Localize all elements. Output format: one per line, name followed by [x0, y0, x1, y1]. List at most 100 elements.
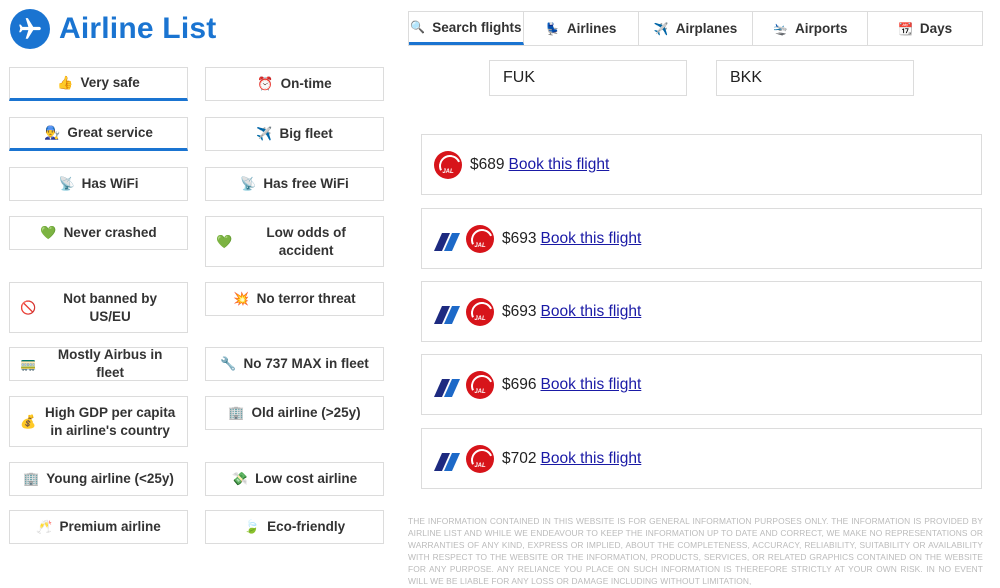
flight-price: $702 — [502, 449, 537, 467]
tab-icon: 📆 — [897, 21, 913, 36]
filter-label: Never crashed — [63, 225, 157, 240]
jal-logo-icon: JAL — [466, 370, 494, 399]
airline-logos: JAL — [434, 150, 462, 179]
flight-result-row: JAL $689 Book this flight — [421, 134, 982, 195]
ana-logo-icon — [434, 378, 460, 397]
flight-price: $689 — [470, 155, 505, 173]
filter-label: High GDP per capita in airline's country — [44, 404, 176, 438]
filter-label: Very safe — [80, 75, 140, 90]
tab-label: Airplanes — [675, 21, 738, 36]
tab-airlines[interactable]: 💺 Airlines — [523, 12, 639, 45]
jal-logo-icon: JAL — [434, 150, 462, 179]
flight-price: $693 — [502, 302, 537, 320]
filter-button[interactable]: 🚃 Mostly Airbus in fleet — [9, 347, 188, 381]
jal-logo-icon: JAL — [466, 297, 494, 326]
filter-button[interactable]: 💸 Low cost airline — [205, 462, 384, 496]
filter-emoji-icon: 🚫 — [20, 299, 37, 315]
filter-label: Old airline (>25y) — [251, 405, 361, 420]
filter-emoji-icon: ⏰ — [257, 76, 274, 91]
book-flight-link[interactable]: Book this flight — [540, 376, 641, 394]
tab-days[interactable]: 📆 Days — [868, 12, 982, 45]
filter-emoji-icon: 📡 — [58, 176, 75, 191]
tab-icon: 💺 — [544, 21, 560, 36]
filter-button[interactable]: ✈️ Big fleet — [205, 117, 384, 151]
filter-emoji-icon: 🔧 — [220, 356, 237, 371]
tab-icon: ✈️ — [653, 21, 669, 36]
book-flight-link[interactable]: Book this flight — [540, 450, 641, 468]
flight-result-row: JAL $693 Book this flight — [421, 281, 982, 342]
filter-label: Big fleet — [279, 126, 333, 141]
filter-label: Not banned by US/EU — [63, 290, 157, 324]
book-flight-link[interactable]: Book this flight — [540, 230, 641, 248]
filter-button[interactable]: 🍃 Eco-friendly — [205, 510, 384, 544]
airplane-icon — [10, 9, 50, 49]
ana-logo-icon — [434, 452, 460, 471]
filter-button[interactable]: 💚 Low odds of accident — [205, 216, 384, 267]
ana-logo-icon — [434, 232, 460, 251]
tab-search-flights[interactable]: 🔍 Search flights — [409, 12, 524, 45]
ana-logo-icon — [434, 305, 460, 324]
filter-label: Has WiFi — [81, 176, 139, 191]
filter-emoji-icon: 🍃 — [243, 519, 261, 534]
filter-button[interactable]: ⏰ On-time — [205, 67, 384, 101]
filter-label: Great service — [67, 125, 153, 140]
tab-airplanes[interactable]: ✈️ Airplanes — [638, 12, 754, 45]
filter-label: Eco-friendly — [267, 519, 346, 534]
flight-price: $693 — [502, 229, 537, 247]
site-title: Airline List — [59, 12, 217, 45]
filter-button[interactable]: 🥂 Premium airline — [9, 510, 188, 544]
filter-button[interactable]: 🏢 Young airline (<25y) — [9, 462, 188, 496]
flight-result-row: JAL $696 Book this flight — [421, 354, 982, 415]
airline-logos: JAL — [434, 444, 494, 473]
filter-label: No terror threat — [256, 291, 356, 306]
tab-label: Search flights — [432, 19, 522, 35]
filter-button[interactable]: 💰 High GDP per capita in airline's countr… — [9, 396, 188, 447]
filter-emoji-icon: 🥂 — [36, 519, 53, 534]
origin-airport-input[interactable] — [489, 60, 687, 96]
airline-logos: JAL — [434, 224, 494, 253]
filter-emoji-icon: ✈️ — [256, 126, 273, 141]
filter-label: No 737 MAX in fleet — [243, 356, 369, 371]
filter-label: Low odds of accident — [266, 224, 346, 258]
filter-button[interactable]: 👍 Very safe — [9, 67, 188, 101]
tab-icon: 🔍 — [410, 20, 426, 34]
disclaimer-text: The information contained in this websit… — [408, 516, 983, 586]
book-flight-link[interactable]: Book this flight — [540, 303, 641, 321]
filter-emoji-icon: 🚃 — [20, 356, 37, 371]
flight-result-row: JAL $702 Book this flight — [421, 428, 982, 489]
filter-label: Has free WiFi — [263, 176, 349, 191]
filter-emoji-icon: 💥 — [233, 291, 250, 306]
tab-label: Days — [919, 21, 953, 36]
filter-label: Low cost airline — [255, 471, 358, 486]
jal-logo-icon: JAL — [466, 224, 494, 253]
filter-label: Premium airline — [59, 519, 161, 534]
jal-logo-icon: JAL — [466, 444, 494, 473]
tab-icon: 🛬 — [773, 21, 788, 36]
filter-emoji-icon: 👨‍🔧 — [44, 125, 61, 140]
tab-airports[interactable]: 🛬 Airports — [753, 12, 869, 45]
filter-button[interactable]: 📡 Has free WiFi — [205, 167, 384, 201]
destination-airport-input[interactable] — [716, 60, 914, 96]
filter-label: Mostly Airbus in fleet — [57, 347, 163, 380]
main-tabs: 🔍 Search flights 💺 Airlines ✈️ Airplanes 🛬 Airp… — [408, 11, 983, 46]
filter-button[interactable]: 🔧 No 737 MAX in fleet — [205, 347, 384, 381]
flight-result-row: JAL $693 Book this flight — [421, 208, 982, 269]
brand[interactable]: Airline List — [10, 9, 216, 49]
flight-price: $696 — [502, 375, 537, 393]
filter-emoji-icon: 👍 — [57, 75, 74, 90]
filter-button[interactable]: 📡 Has WiFi — [9, 167, 188, 201]
filter-emoji-icon: 🏢 — [228, 405, 245, 420]
book-flight-link[interactable]: Book this flight — [508, 156, 609, 174]
filter-emoji-icon: 🏢 — [23, 471, 40, 486]
filter-button[interactable]: 👨‍🔧 Great service — [9, 117, 188, 151]
filter-label: Young airline (<25y) — [46, 471, 174, 486]
filter-button[interactable]: 🏢 Old airline (>25y) — [205, 396, 384, 430]
filter-emoji-icon: 💰 — [20, 413, 37, 429]
filter-emoji-icon: 💚 — [40, 225, 57, 240]
filter-button[interactable]: 🚫 Not banned by US/EU — [9, 282, 188, 333]
filter-button[interactable]: 💥 No terror threat — [205, 282, 384, 316]
filter-button[interactable]: 💚 Never crashed — [9, 216, 188, 250]
filter-emoji-icon: 💚 — [216, 233, 233, 249]
filter-label: On-time — [280, 76, 332, 91]
tab-label: Airlines — [566, 21, 617, 36]
